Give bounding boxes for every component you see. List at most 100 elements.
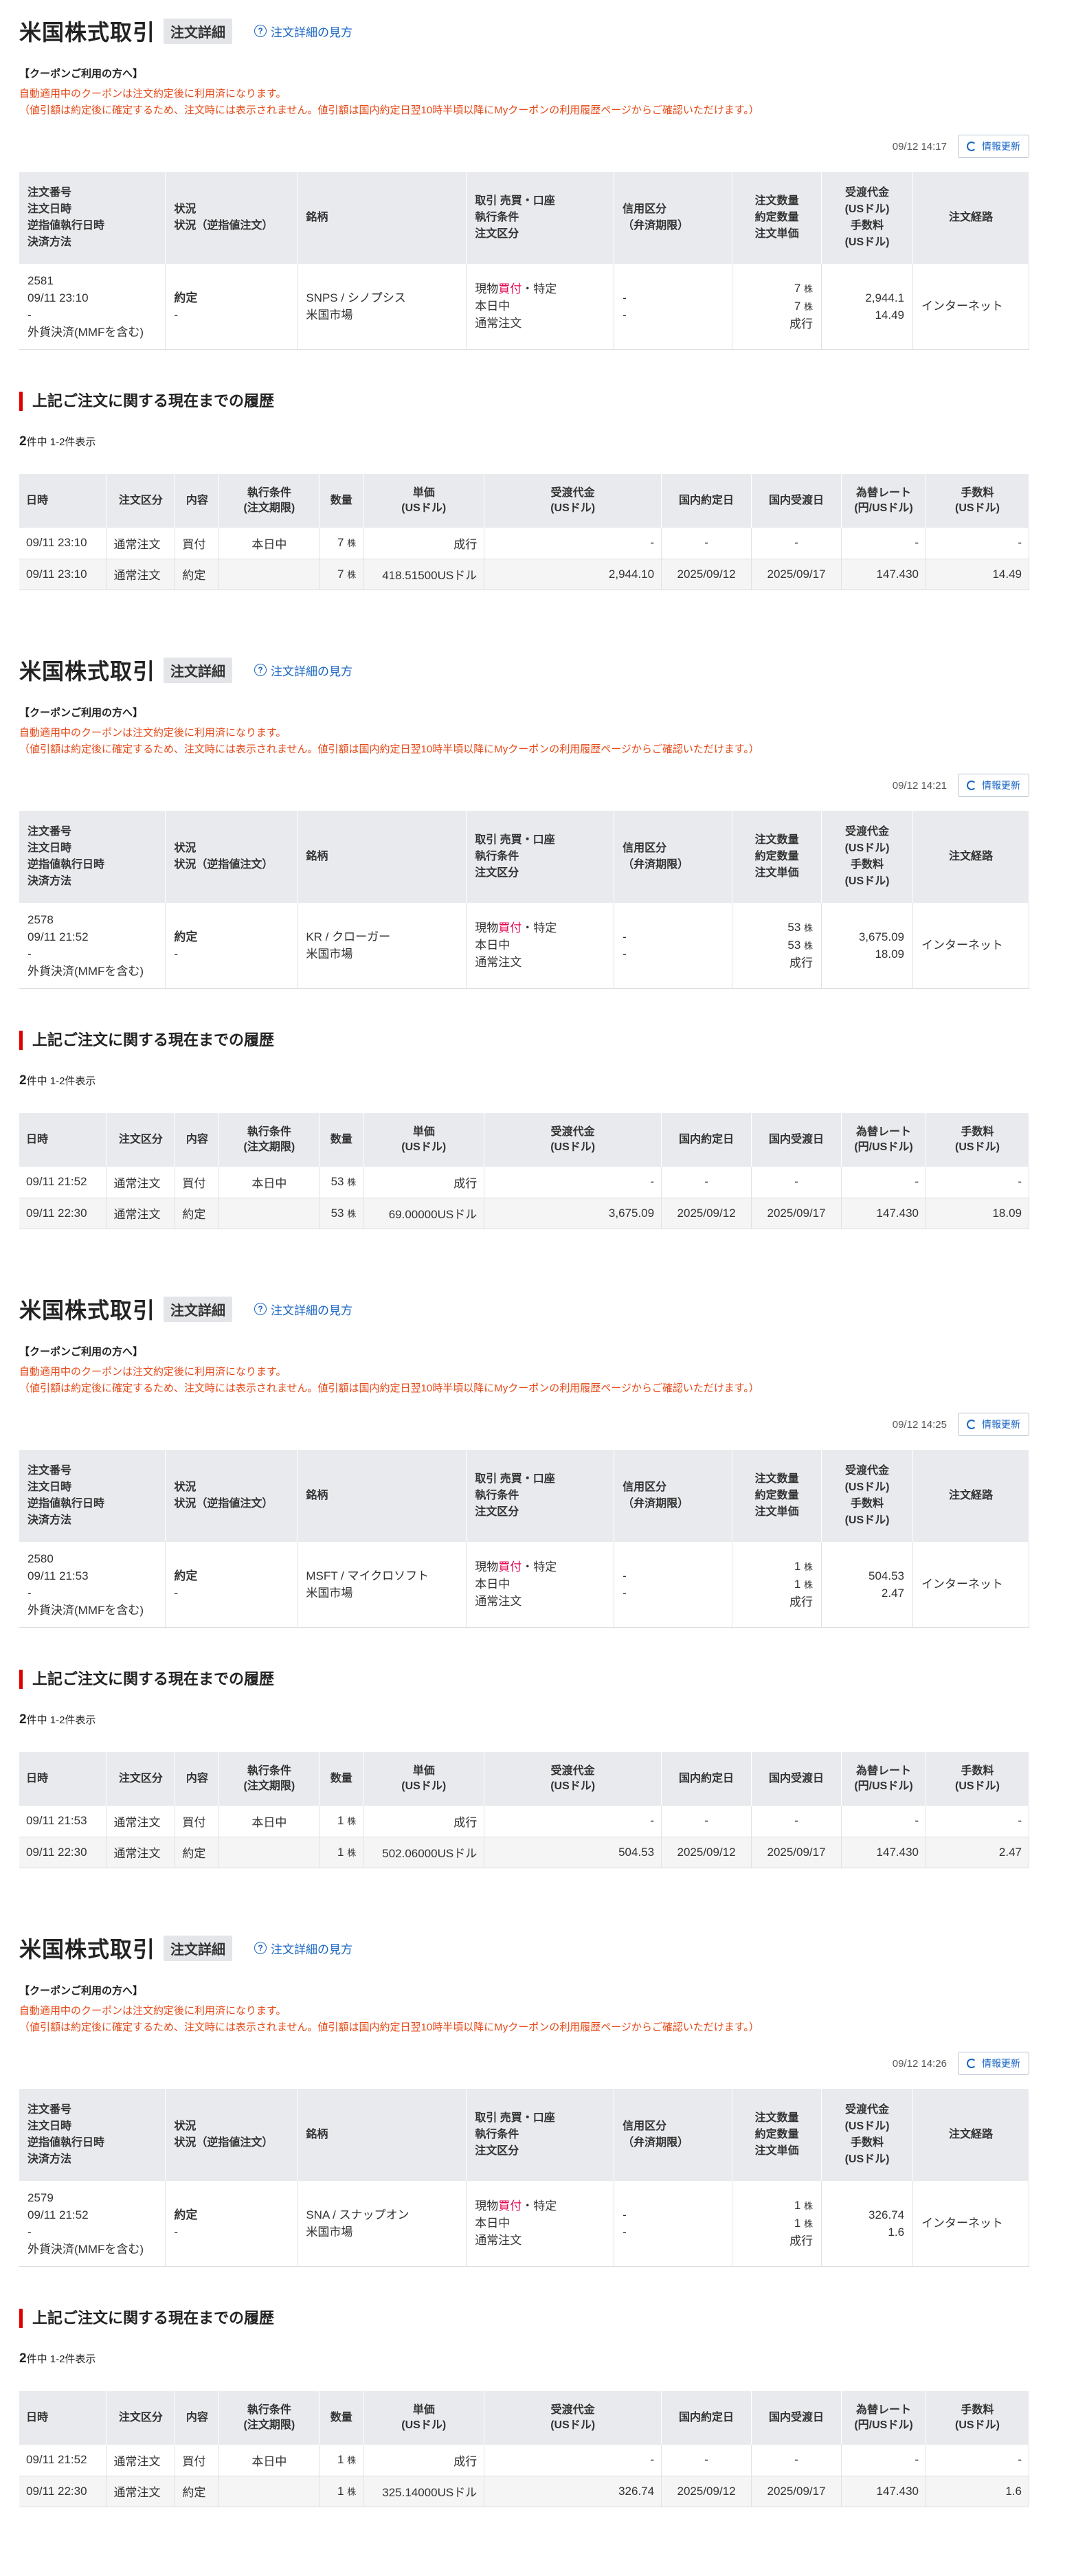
history-value-cond: 本日中 bbox=[251, 1815, 287, 1829]
history-value-date: 09/11 22:30 bbox=[26, 1206, 87, 1220]
history-cell-fx: - bbox=[841, 1806, 926, 1837]
history-value-price: 成行 bbox=[453, 2454, 478, 2468]
h-kind: 注文区分 bbox=[106, 474, 176, 528]
share-unit: 株 bbox=[347, 2486, 357, 2497]
order-kind: 通常注文 bbox=[475, 956, 522, 970]
market-name: 米国市場 bbox=[306, 1586, 353, 1600]
fee-amount: 14.49 bbox=[875, 308, 905, 322]
trade-side: 買付 bbox=[498, 2199, 522, 2213]
header-line: 状況 bbox=[174, 1481, 197, 1493]
order-datetime: 09/11 21:53 bbox=[27, 1569, 89, 1582]
stop-datetime: - bbox=[27, 2225, 32, 2239]
history-value-dom-date: 2025/09/12 bbox=[677, 2484, 736, 2498]
header-line: 取引 売買・口座 bbox=[475, 834, 555, 846]
trade-cell: 現物買付・特定 本日中 通常注文 bbox=[466, 264, 615, 350]
h-content: 内容 bbox=[175, 474, 220, 528]
history-cell-kind: 通常注文 bbox=[106, 1806, 176, 1837]
header-line: 約定数量 bbox=[754, 851, 799, 862]
route-cell: インターネット bbox=[912, 2181, 1029, 2267]
header-line: (USドル) bbox=[401, 502, 447, 514]
history-row: 09/11 22:30 通常注文 約定 53 株 69.00000USドル 3,675.0… bbox=[19, 1198, 1029, 1229]
history-cell-date: 09/11 22:30 bbox=[19, 1837, 107, 1868]
order-quantity: 7 bbox=[794, 282, 801, 295]
share-unit: 株 bbox=[347, 1208, 357, 1219]
order-detail-section: 米国株式取引 注文詳細 ? 注文詳細の見方 【クーポンご利用の方へ】 自動適用中… bbox=[0, 1917, 1065, 2556]
history-cell-content: 約定 bbox=[175, 1837, 220, 1868]
h-condition: 執行条件 (注文期限) bbox=[218, 1752, 320, 1806]
history-header: 日時 注文区分 内容 執行条件 (注文期限) 数量 単価 (USドル) 受渡代金 (U… bbox=[19, 474, 1030, 528]
h-content: 内容 bbox=[175, 1113, 220, 1167]
history-cell-cond: 本日中 bbox=[218, 528, 320, 559]
history-cell-qty: 1 株 bbox=[319, 1837, 364, 1868]
order-row: 2579 09/11 21:52 - 外貨決済(MMFを含む) 約定 - SNA… bbox=[19, 2181, 1029, 2267]
header-line: 注文日時 bbox=[27, 203, 72, 215]
history-value-cond: 本日中 bbox=[251, 2454, 287, 2468]
result-total: 2 bbox=[19, 1712, 27, 1727]
h-price: 単価 (USドル) bbox=[363, 1113, 485, 1167]
history-row: 09/11 22:30 通常注文 約定 1 株 502.06000USドル 504.53 2… bbox=[19, 1837, 1030, 1868]
history-value-qty: 1 bbox=[337, 2484, 344, 2498]
h-qty: 数量 bbox=[319, 2391, 364, 2445]
header-line: 単価 bbox=[412, 487, 435, 499]
history-value-qty: 7 bbox=[337, 536, 344, 550]
status-cell: 約定 - bbox=[165, 2181, 298, 2267]
col-quantity: 注文数量 約定数量 注文単価 bbox=[732, 1450, 822, 1542]
history-value-dom-date: - bbox=[704, 1175, 708, 1189]
history-cell-amount: 326.74 bbox=[484, 2476, 662, 2507]
header-line: 為替レート bbox=[855, 487, 911, 499]
help-link[interactable]: ? 注文詳細の見方 bbox=[254, 23, 352, 40]
refresh-button[interactable]: 情報更新 bbox=[958, 774, 1029, 797]
execution-condition: 本日中 bbox=[475, 300, 511, 313]
col-trade: 取引 売買・口座 執行条件 注文区分 bbox=[466, 811, 615, 903]
history-cell-fee: 1.6 bbox=[926, 2476, 1030, 2507]
refresh-button[interactable]: 情報更新 bbox=[958, 2052, 1029, 2075]
quantity-cell: 1 株 1 株 成行 bbox=[732, 1542, 822, 1628]
history-value-fee: 18.09 bbox=[992, 1206, 1022, 1220]
refresh-button[interactable]: 情報更新 bbox=[958, 135, 1029, 158]
symbol-cell: KR / クローガー 米国市場 bbox=[297, 903, 467, 989]
order-kind: 通常注文 bbox=[475, 317, 522, 331]
refresh-button[interactable]: 情報更新 bbox=[958, 1413, 1029, 1436]
history-value-settle-date: 2025/09/17 bbox=[767, 1206, 826, 1220]
history-value-fee: 14.49 bbox=[992, 567, 1022, 581]
refresh-row: 09/12 14:25 情報更新 bbox=[893, 1413, 1029, 1436]
order-route: インターネット bbox=[921, 1578, 1004, 1591]
history-value-amount: - bbox=[650, 536, 655, 550]
filled-quantity: 7 bbox=[794, 300, 801, 313]
execution-condition: 本日中 bbox=[475, 1578, 511, 1591]
history-cell-fee: - bbox=[926, 2445, 1030, 2476]
history-cell-date: 09/11 21:52 bbox=[19, 2445, 107, 2476]
h-amount: 受渡代金 (USドル) bbox=[484, 1113, 662, 1167]
h-date: 日時 bbox=[19, 1113, 107, 1167]
header-line: (円/USドル) bbox=[854, 1780, 913, 1792]
share-unit: 株 bbox=[804, 284, 814, 295]
history-cell-kind: 通常注文 bbox=[106, 1198, 176, 1229]
help-link[interactable]: ? 注文詳細の見方 bbox=[254, 1301, 352, 1318]
help-link[interactable]: ? 注文詳細の見方 bbox=[254, 1940, 352, 1957]
account-type: ・特定 bbox=[522, 2199, 557, 2213]
refresh-label: 情報更新 bbox=[982, 2058, 1020, 2069]
history-value-fee: 2.47 bbox=[998, 1845, 1022, 1859]
help-link-label: 注文詳細の見方 bbox=[271, 664, 353, 678]
history-cell-price: 成行 bbox=[363, 1806, 485, 1837]
help-link[interactable]: ? 注文詳細の見方 bbox=[254, 662, 352, 679]
header-line: 注文区分 bbox=[475, 1506, 519, 1518]
col-order-number: 注文番号 注文日時 逆指値執行日時 決済方法 bbox=[19, 1450, 166, 1542]
history-header: 日時 注文区分 内容 執行条件 (注文期限) 数量 単価 (USドル) 受渡代金 (U… bbox=[19, 1752, 1030, 1806]
header-line: 為替レート bbox=[855, 1765, 911, 1777]
h-content: 内容 bbox=[175, 2391, 220, 2445]
history-value-content: 約定 bbox=[182, 569, 206, 582]
execution-condition: 本日中 bbox=[475, 2217, 511, 2230]
col-trade: 取引 売買・口座 執行条件 注文区分 bbox=[466, 172, 615, 264]
header-line: 銘柄 bbox=[306, 2129, 328, 2140]
order-datetime: 09/11 21:52 bbox=[27, 2208, 89, 2221]
header-line: (USドル) bbox=[844, 1481, 890, 1493]
header-line: 銘柄 bbox=[306, 1490, 328, 1501]
header-line: 注文日時 bbox=[27, 2120, 72, 2132]
h-qty: 数量 bbox=[319, 474, 364, 528]
header-line: 決済方法 bbox=[27, 2153, 72, 2165]
coupon-line: （値引額は約定後に確定するため、注文時には表示されません。値引額は国内約定日翌1… bbox=[19, 2021, 759, 2033]
fee-amount: 18.09 bbox=[875, 947, 905, 961]
header-line: 注文日時 bbox=[27, 842, 72, 854]
order-status: 約定 bbox=[174, 291, 198, 304]
